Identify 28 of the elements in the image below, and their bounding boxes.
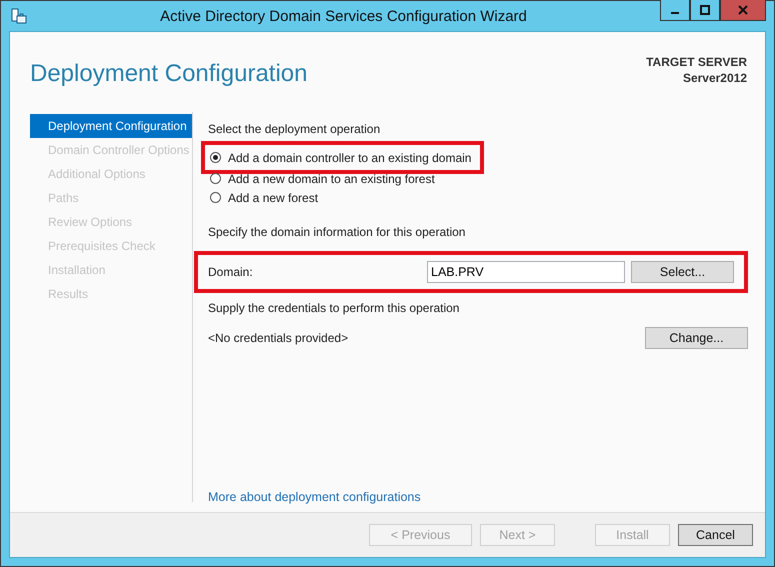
domain-label: Domain:	[208, 265, 254, 279]
wizard-button[interactable]: Cancel	[678, 524, 753, 546]
domain-field[interactable]: LAB.PRV	[427, 261, 625, 283]
section-heading: Specify the domain information for this operation	[208, 225, 466, 239]
radio-label[interactable]: Add a new domain to an existing forest	[228, 172, 435, 186]
radio-button[interactable]	[210, 152, 221, 163]
minimize-button[interactable]	[660, 0, 690, 21]
minimize-icon	[671, 12, 679, 14]
radio-button[interactable]	[210, 192, 221, 203]
close-button[interactable]	[720, 0, 766, 21]
page-title: Deployment Configuration	[30, 60, 308, 89]
radio-button[interactable]	[210, 173, 221, 184]
select-button[interactable]: Select...	[631, 261, 734, 283]
maximize-icon	[700, 5, 710, 15]
radio-label[interactable]: Add a domain controller to an existing domain	[228, 150, 472, 164]
close-icon	[738, 5, 748, 15]
maximize-button[interactable]	[690, 0, 720, 21]
section-heading: Supply the credentials to perform this operation	[208, 301, 460, 315]
target-server-name: Server2012	[682, 70, 747, 86]
target-server-label: TARGET SERVER	[646, 54, 747, 70]
credentials-status: <No credentials provided>	[208, 331, 348, 345]
section-heading: Select the deployment operation	[208, 122, 382, 136]
radio-label[interactable]: Add a new forest	[228, 190, 318, 204]
window-title: Active Directory Domain Services Configuration Wizard	[159, 8, 528, 24]
server-tool-icon	[11, 8, 27, 24]
help-link[interactable]: More about deployment configurations	[208, 490, 421, 504]
change-button[interactable]: Change...	[645, 327, 748, 349]
sidebar-item[interactable]: Deployment Configuration	[30, 114, 192, 138]
